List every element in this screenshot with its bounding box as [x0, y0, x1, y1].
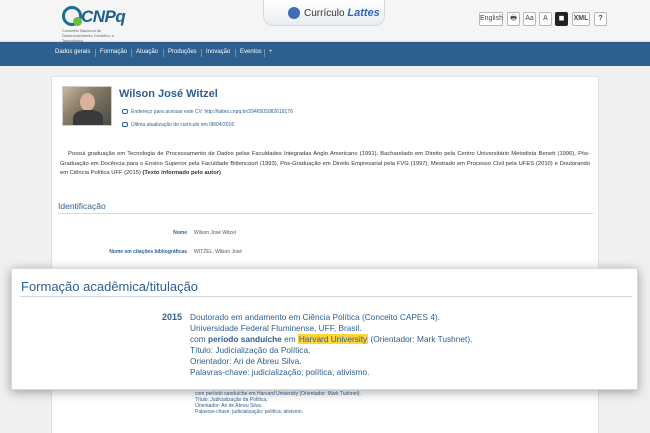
- formacao-year: 2015: [162, 312, 183, 322]
- person-name: Wilson José Witzel: [119, 88, 218, 100]
- curriculo-prefix: Currículo: [304, 8, 345, 19]
- bio-paragraph: Possui graduação em Tecnologia de Proces…: [60, 150, 590, 179]
- xml-button[interactable]: XML: [572, 12, 590, 26]
- curriculo-lattes-label: Currículo Lattes: [304, 7, 380, 19]
- cnpq-logo[interactable]: CNPq Conselho Nacional de Desenvolviment…: [62, 6, 142, 43]
- nav-inovacao[interactable]: Inovação: [206, 49, 230, 55]
- advisor-text: (Orientador: Mark Tushnet).: [370, 334, 473, 344]
- cv-address[interactable]: Endereço para acessar este CV: http://la…: [131, 109, 293, 115]
- line-mid: em: [284, 334, 296, 344]
- formacao-degree: Doutorado em andamento em Ciência Políti…: [190, 312, 440, 322]
- nav-separator: [264, 49, 265, 57]
- nav-separator: [163, 49, 164, 57]
- formacao-section-title: Formação acadêmica/titulação: [21, 279, 199, 294]
- bio-text: Possui graduação em Tecnologia de Proces…: [60, 151, 590, 176]
- nav-dados-gerais[interactable]: Dados gerais: [55, 49, 90, 55]
- nav-separator: [131, 49, 132, 57]
- clock-icon: [122, 122, 128, 128]
- harvard-highlight: Harvard University: [297, 334, 369, 344]
- nav-separator: [95, 49, 96, 57]
- formacao-zoom-panel: Formação acadêmica/titulação 2015 Doutor…: [11, 268, 638, 390]
- nav-atuacao[interactable]: Atuação: [136, 49, 158, 55]
- underlying-line: Palavras-chave: judicialização; política…: [195, 409, 304, 415]
- nav-separator: [201, 49, 202, 57]
- logo-text: CNPq: [81, 7, 126, 26]
- formacao-entry: Doutorado em andamento em Ciência Políti…: [190, 312, 472, 378]
- formacao-title: Título: Judicialização da Política,: [190, 345, 311, 355]
- section-identificacao-title: Identificação: [58, 201, 106, 211]
- font-size-icon[interactable]: Aa: [523, 12, 536, 26]
- formacao-keywords: Palavras-chave: judicialização; política…: [190, 367, 370, 377]
- logo-subtitle: Conselho Nacional de Desenvolvimento Cie…: [62, 28, 114, 43]
- nav-separator: [235, 49, 236, 57]
- bio-note: (Texto informado pelo autor): [142, 170, 221, 176]
- profile-photo: [62, 86, 112, 126]
- last-update: Última atualização do currículo em 08/04…: [131, 122, 235, 128]
- main-nav: Dados gerais Formação Atuação Produções …: [0, 42, 650, 66]
- nav-more[interactable]: +: [269, 49, 273, 55]
- sandwich-label: período sanduíche: [208, 334, 282, 344]
- english-button[interactable]: English: [479, 12, 503, 26]
- contrast-icon[interactable]: ◼: [555, 12, 568, 26]
- font-decrease-icon[interactable]: A: [539, 12, 552, 26]
- last-update-row: Última atualização do currículo em 08/04…: [122, 122, 234, 128]
- field-label-citacoes: Nome em citações bibliográficas: [109, 249, 187, 255]
- field-value-nome: Wilson José Witzel: [194, 230, 236, 236]
- cv-address-row[interactable]: Endereço para acessar este CV: http://la…: [122, 109, 293, 115]
- field-label-nome: Nome: [173, 230, 187, 236]
- field-value-citacoes: WITZEL, Wilson José: [194, 249, 243, 255]
- nav-producoes[interactable]: Produções: [168, 49, 197, 55]
- section-divider: [20, 296, 632, 297]
- nav-eventos[interactable]: Eventos: [240, 49, 262, 55]
- section-divider: [58, 213, 593, 214]
- help-button[interactable]: ?: [594, 12, 607, 26]
- top-header: CNPq Conselho Nacional de Desenvolviment…: [0, 0, 650, 43]
- link-icon: [122, 109, 128, 115]
- nav-formacao[interactable]: Formação: [100, 49, 127, 55]
- lattes-brand: Lattes: [347, 7, 380, 19]
- line-prefix: com: [190, 334, 206, 344]
- formacao-advisor: Orientador: Ari de Abreu Silva.: [190, 356, 302, 366]
- print-icon[interactable]: 🖶: [507, 12, 520, 26]
- cnpq-logo-icon: [62, 6, 82, 26]
- formacao-institution: Universidade Federal Fluminense, UFF, Br…: [190, 323, 362, 333]
- formacao-sandwich-line: com período sanduíche em Harvard Univers…: [190, 334, 472, 345]
- lattes-icon: [288, 7, 300, 19]
- curriculo-lattes-tab[interactable]: Currículo Lattes: [263, 0, 385, 26]
